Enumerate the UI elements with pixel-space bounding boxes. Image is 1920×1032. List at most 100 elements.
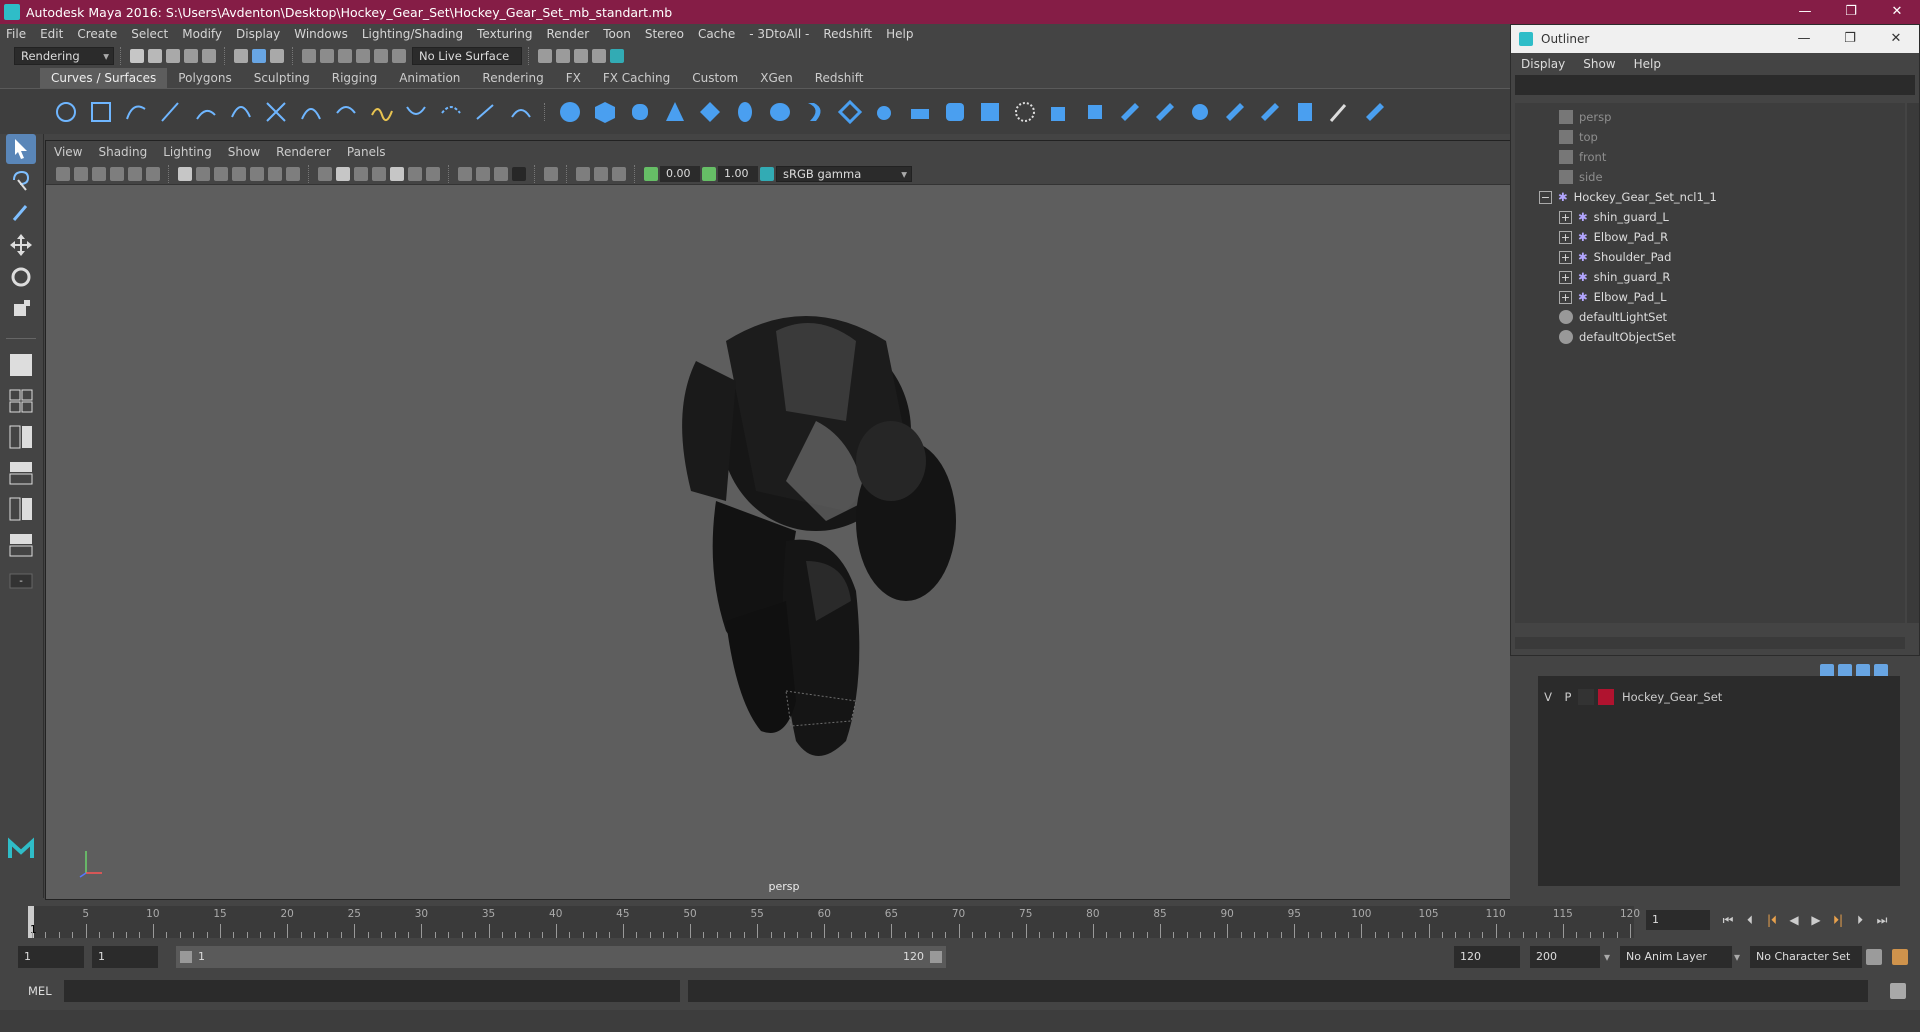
select-tool-icon[interactable] bbox=[6, 134, 36, 164]
tab-fx-caching[interactable]: FX Caching bbox=[592, 68, 681, 88]
exposure-field[interactable]: 0.00 bbox=[660, 165, 700, 182]
time-slider[interactable]: 1 5 10 15 20 25 30 35 40 45 50 55 60 65 70 75 80 85 90 95 1… bbox=[0, 902, 1920, 942]
film-gate-icon[interactable] bbox=[196, 166, 210, 181]
color-management-icon[interactable] bbox=[760, 166, 774, 181]
menu-stereo[interactable]: Stereo bbox=[645, 27, 684, 41]
go-to-start-icon[interactable]: ⏮ bbox=[1720, 912, 1736, 928]
outliner-layout-icon[interactable] bbox=[6, 530, 36, 560]
hockey-gear-model[interactable] bbox=[666, 301, 966, 761]
grid-icon[interactable] bbox=[178, 166, 192, 181]
lasso-tool-icon[interactable] bbox=[6, 166, 36, 196]
more-layouts-icon[interactable]: - bbox=[6, 566, 36, 596]
trim-tool-icon[interactable] bbox=[1082, 99, 1108, 125]
motion-blur-icon[interactable] bbox=[476, 166, 490, 181]
command-input[interactable] bbox=[64, 980, 680, 1002]
outliner-menu-help[interactable]: Help bbox=[1634, 57, 1661, 71]
character-set-dropdown[interactable]: No Character Set bbox=[1750, 946, 1862, 968]
menu-3dtoall[interactable]: - 3DtoAll - bbox=[749, 27, 809, 41]
outliner-menu-display[interactable]: Display bbox=[1521, 57, 1565, 71]
play-forwards-icon[interactable]: ▶ bbox=[1808, 912, 1824, 928]
animation-prefs-icon[interactable] bbox=[1892, 949, 1908, 965]
move-tool-icon[interactable] bbox=[6, 230, 36, 260]
outliner-item-elbow-pad-l[interactable]: + ✱ Elbow_Pad_L bbox=[1559, 287, 1667, 307]
chevron-down-icon[interactable]: ▾ bbox=[1734, 950, 1740, 964]
persp-graph-layout-icon[interactable] bbox=[6, 458, 36, 488]
menu-redshift[interactable]: Redshift bbox=[823, 27, 872, 41]
project-curve-icon[interactable] bbox=[1047, 99, 1073, 125]
expand-icon[interactable]: + bbox=[1559, 270, 1572, 284]
multisample-aa-icon[interactable] bbox=[494, 166, 508, 181]
untrim-icon[interactable] bbox=[1117, 99, 1143, 125]
nurbs-cone-icon[interactable] bbox=[662, 99, 688, 125]
animation-start-field[interactable]: 1 bbox=[18, 946, 84, 968]
outliner-item-front[interactable]: front bbox=[1559, 147, 1606, 167]
outliner-item-default-light-set[interactable]: defaultLightSet bbox=[1559, 307, 1667, 327]
layer-row[interactable]: V P Hockey_Gear_Set bbox=[1538, 686, 1900, 708]
nurbs-torus-icon[interactable] bbox=[732, 99, 758, 125]
outliner-minimize-button[interactable]: — bbox=[1781, 25, 1827, 53]
tab-curves-surfaces[interactable]: Curves / Surfaces bbox=[40, 68, 168, 88]
viewport-menu-panels[interactable]: Panels bbox=[347, 145, 386, 159]
select-object-icon[interactable] bbox=[252, 49, 266, 63]
save-scene-icon[interactable] bbox=[166, 49, 180, 63]
pencil-curve-icon[interactable] bbox=[193, 99, 219, 125]
tab-redshift[interactable]: Redshift bbox=[804, 68, 875, 88]
tab-polygons[interactable]: Polygons bbox=[167, 68, 242, 88]
menu-edit[interactable]: Edit bbox=[40, 27, 63, 41]
tab-fx[interactable]: FX bbox=[555, 68, 592, 88]
menu-file[interactable]: File bbox=[6, 27, 26, 41]
render-frame-icon[interactable] bbox=[538, 49, 552, 63]
persp-outliner-layout-icon[interactable] bbox=[6, 422, 36, 452]
sculpt-geometry-icon[interactable] bbox=[1327, 99, 1353, 125]
animation-end-field[interactable]: 200 bbox=[1530, 946, 1600, 968]
field-chart-icon[interactable] bbox=[250, 166, 264, 181]
outliner-horizontal-scrollbar[interactable] bbox=[1515, 637, 1905, 649]
isolate-select-icon[interactable] bbox=[544, 166, 558, 181]
menu-select[interactable]: Select bbox=[131, 27, 168, 41]
gamma-field[interactable]: 1.00 bbox=[718, 165, 758, 182]
planar-icon[interactable] bbox=[837, 99, 863, 125]
arc-tool-icon[interactable] bbox=[228, 99, 254, 125]
nurbs-circle-icon[interactable] bbox=[53, 99, 79, 125]
select-camera-icon[interactable] bbox=[56, 166, 70, 181]
redo-icon[interactable] bbox=[202, 49, 216, 63]
xray-active-icon[interactable] bbox=[594, 166, 608, 181]
outliner-item-shoulder-pad[interactable]: + ✱ Shoulder_Pad bbox=[1559, 247, 1671, 267]
tab-xgen[interactable]: XGen bbox=[749, 68, 804, 88]
safe-action-icon[interactable] bbox=[268, 166, 282, 181]
layer-display-type[interactable] bbox=[1578, 689, 1594, 705]
menu-create[interactable]: Create bbox=[77, 27, 117, 41]
expand-icon[interactable]: + bbox=[1559, 210, 1572, 224]
rebuild-surfaces-icon[interactable] bbox=[1362, 99, 1388, 125]
wireframe-icon[interactable] bbox=[318, 166, 332, 181]
curve-editing-icon[interactable] bbox=[508, 99, 534, 125]
tab-custom[interactable]: Custom bbox=[681, 68, 749, 88]
play-backwards-icon[interactable]: ◀ bbox=[1786, 912, 1802, 928]
snap-magnet-icon[interactable] bbox=[392, 49, 406, 63]
snap-surface-icon[interactable] bbox=[374, 49, 388, 63]
four-view-layout-icon[interactable] bbox=[6, 386, 36, 416]
outliner-search-input[interactable] bbox=[1515, 75, 1915, 95]
scale-tool-icon[interactable] bbox=[6, 294, 36, 324]
nurbs-cylinder-icon[interactable] bbox=[627, 99, 653, 125]
extrude-icon[interactable] bbox=[872, 99, 898, 125]
close-button[interactable]: ✕ bbox=[1874, 0, 1920, 24]
menu-render[interactable]: Render bbox=[547, 27, 590, 41]
menu-help[interactable]: Help bbox=[886, 27, 913, 41]
tab-rendering[interactable]: Rendering bbox=[471, 68, 554, 88]
nurbs-plane-icon[interactable] bbox=[697, 99, 723, 125]
insert-knot-icon[interactable] bbox=[333, 99, 359, 125]
default-material-icon[interactable] bbox=[354, 166, 368, 181]
snap-curve-icon[interactable] bbox=[320, 49, 334, 63]
step-back-key-icon[interactable]: |⏴ bbox=[1764, 912, 1780, 928]
use-all-lights-icon[interactable] bbox=[408, 166, 422, 181]
outliner-item-top[interactable]: top bbox=[1559, 127, 1598, 147]
range-start-handle[interactable] bbox=[180, 951, 192, 963]
collapse-icon[interactable]: − bbox=[1539, 190, 1552, 204]
layer-color-swatch[interactable] bbox=[1598, 689, 1614, 705]
layer-name[interactable]: Hockey_Gear_Set bbox=[1622, 690, 1722, 704]
detach-surfaces-icon[interactable] bbox=[1187, 99, 1213, 125]
chevron-down-icon[interactable]: ▾ bbox=[1604, 950, 1610, 964]
bookmarks-icon[interactable] bbox=[92, 166, 106, 181]
smooth-shade-icon[interactable] bbox=[336, 166, 350, 181]
